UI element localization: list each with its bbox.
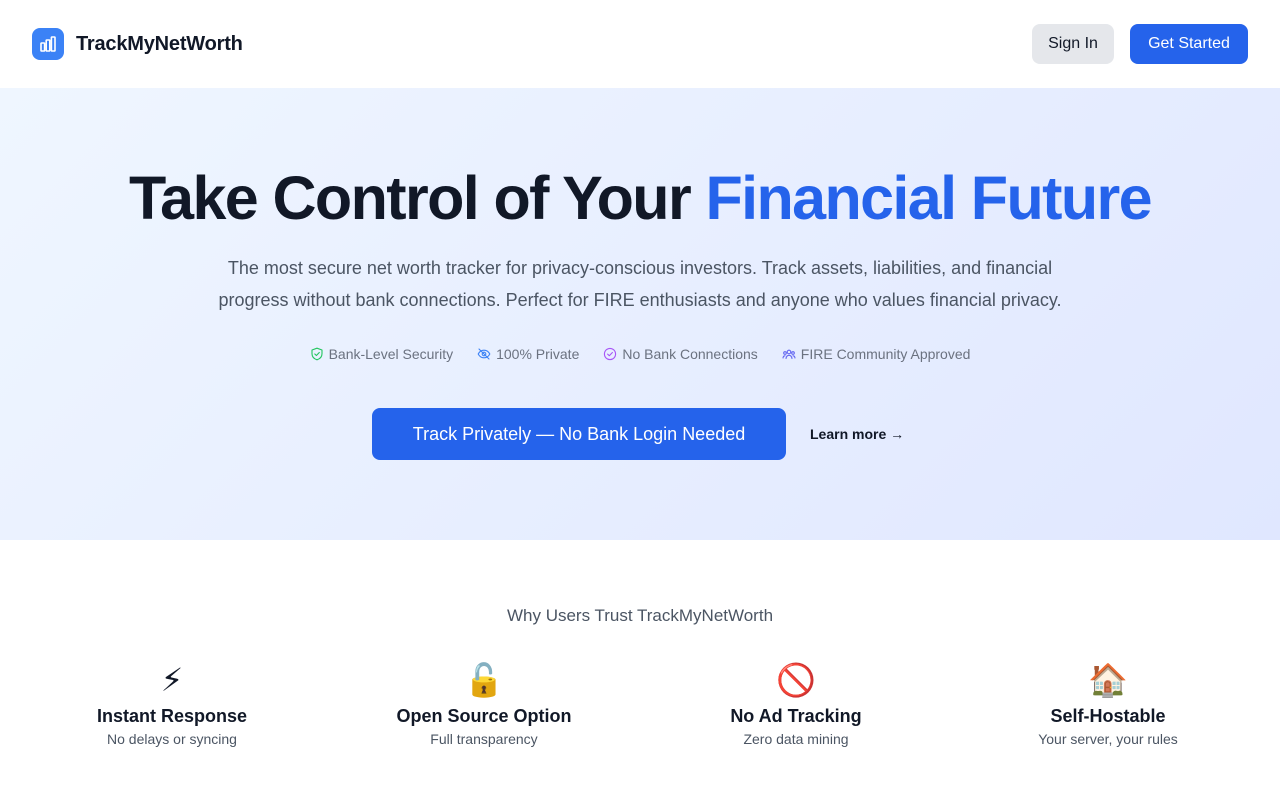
house-icon: 🏠 — [1088, 662, 1128, 698]
badge-no-bank: No Bank Connections — [603, 346, 758, 362]
check-circle-icon — [604, 347, 617, 361]
badge-private: 100% Private — [477, 346, 579, 362]
hero-subtitle-line-1: The most secure net worth tracker for pr… — [227, 258, 1053, 278]
track-privately-button[interactable]: Track Privately — No Bank Login Needed — [372, 408, 786, 460]
brand[interactable]: TrackMyNetWorth — [32, 28, 243, 60]
trust-heading: Why Users Trust TrackMyNetWorth — [506, 606, 774, 625]
sign-in-button[interactable]: Sign In — [1032, 24, 1114, 64]
eye-off-icon — [477, 348, 491, 360]
feature-desc: Your server, your rules — [1038, 731, 1178, 747]
hero-title: Take Control of Your Financial Future — [0, 166, 1280, 230]
feature-title: Self-Hostable — [1050, 706, 1166, 726]
badge-label: FIRE Community Approved — [800, 346, 971, 362]
get-started-button[interactable]: Get Started — [1130, 24, 1248, 64]
site-header: TrackMyNetWorth Sign In Get Started — [0, 0, 1280, 88]
lightning-icon: ⚡ — [160, 662, 184, 698]
cta-row: Track Privately — No Bank Login Needed L… — [372, 408, 904, 460]
features-grid: ⚡ Instant Response No delays or syncing … — [16, 660, 1264, 747]
hero-subtitle-line-2: progress without bank connections. Perfe… — [218, 290, 1062, 310]
feature-desc: Zero data mining — [743, 731, 849, 747]
feature-title: No Ad Tracking — [730, 706, 862, 726]
brand-name: TrackMyNetWorth — [76, 32, 243, 55]
prohibited-icon: 🚫 — [776, 662, 816, 698]
feature-open-source: 🔓 Open Source Option Full transparency — [328, 660, 640, 747]
header-actions: Sign In Get Started — [1032, 24, 1248, 64]
hero-title-main: Take Control of Your — [129, 164, 706, 232]
trust-section: Why Users Trust TrackMyNetWorth ⚡ Instan… — [0, 540, 1280, 800]
feature-self-hostable: 🏠 Self-Hostable Your server, your rules — [952, 660, 1264, 747]
feature-no-ad-tracking: 🚫 No Ad Tracking Zero data mining — [640, 660, 952, 747]
badge-label: No Bank Connections — [622, 346, 758, 362]
badge-security: Bank-Level Security — [310, 346, 454, 362]
bar-chart-icon — [32, 28, 64, 60]
unlock-icon: 🔓 — [464, 662, 504, 698]
badge-label: 100% Private — [496, 346, 580, 362]
feature-title: Instant Response — [96, 706, 248, 726]
feature-desc: No delays or syncing — [107, 731, 237, 747]
feature-instant-response: ⚡ Instant Response No delays or syncing — [16, 660, 328, 747]
feature-title: Open Source Option — [396, 706, 572, 726]
badge-label: Bank-Level Security — [328, 346, 454, 362]
badge-fire: FIRE Community Approved — [782, 346, 971, 362]
trust-badges: Bank-Level Security 100% Private No Bank… — [0, 346, 1280, 362]
community-icon — [782, 349, 796, 360]
hero-section: Take Control of Your Financial Future Th… — [0, 88, 1280, 540]
learn-more-link[interactable]: Learn more → — [810, 426, 904, 442]
hero-subtitle: The most secure net worth tracker for pr… — [190, 252, 1090, 316]
feature-desc: Full transparency — [430, 731, 538, 747]
shield-check-icon — [311, 347, 323, 361]
hero-title-accent: Financial Future — [705, 164, 1152, 232]
